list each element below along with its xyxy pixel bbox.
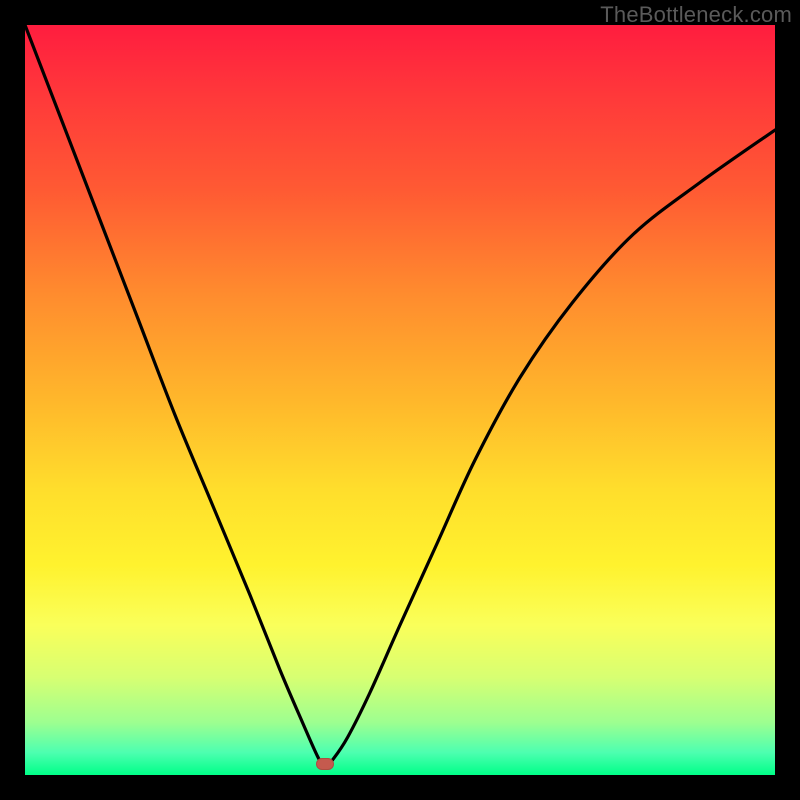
plot-area (25, 25, 775, 775)
optimum-marker (316, 758, 334, 770)
watermark-text: TheBottleneck.com (600, 2, 792, 28)
chart-frame: TheBottleneck.com (0, 0, 800, 800)
bottleneck-curve (25, 25, 775, 775)
